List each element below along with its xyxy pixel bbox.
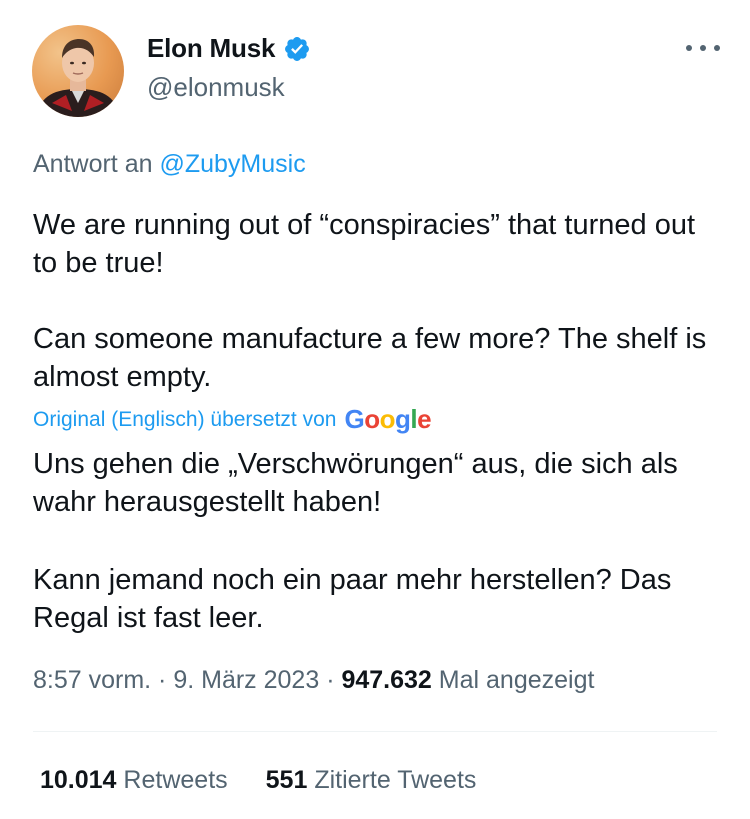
- tweet-date[interactable]: 9. März 2023: [173, 666, 319, 694]
- translated-text-paragraph: Uns gehen die „Verschwörungen“ aus, die …: [33, 448, 678, 518]
- reply-prefix: Antwort an: [33, 150, 153, 178]
- author-display-name[interactable]: Elon Musk: [147, 33, 275, 64]
- google-logo: Google: [344, 404, 432, 434]
- avatar-photo-icon: [36, 39, 120, 117]
- tweet-detail: Elon Musk @elonmusk Antwort an @ZubyMusi…: [0, 0, 750, 819]
- quote-tweets-stat[interactable]: 551 Zitierte Tweets: [266, 766, 477, 795]
- translation-attribution[interactable]: Original (Englisch) übersetzt von Google: [33, 404, 432, 435]
- tweet-text-paragraph: We are running out of “conspiracies” tha…: [33, 209, 696, 279]
- verified-badge-icon: [283, 35, 311, 63]
- views-count: 947.632: [341, 666, 432, 694]
- more-options-icon[interactable]: [686, 36, 720, 60]
- translation-note-label: Original (Englisch) übersetzt von: [33, 407, 337, 431]
- tweet-text-paragraph: Can someone manufacture a few more? The …: [33, 323, 707, 393]
- divider: [33, 731, 717, 732]
- retweets-label: Retweets: [123, 766, 228, 794]
- retweets-stat[interactable]: 10.014 Retweets: [40, 766, 228, 795]
- meta-separator: ·: [319, 666, 342, 694]
- quotes-count: 551: [265, 766, 308, 794]
- reply-context: Antwort an @ZubyMusic: [33, 150, 306, 179]
- tweet-meta: 8:57 vorm. · 9. März 2023 · 947.632 Mal …: [33, 666, 594, 695]
- author-handle[interactable]: @elonmusk: [147, 72, 285, 103]
- author-name-row: Elon Musk: [147, 33, 311, 64]
- retweets-count: 10.014: [40, 766, 117, 794]
- views-label: Mal angezeigt: [438, 666, 595, 694]
- engagement-stats: 10.014 Retweets 551 Zitierte Tweets: [40, 766, 476, 795]
- quotes-label: Zitierte Tweets: [314, 766, 477, 794]
- avatar[interactable]: [32, 25, 124, 117]
- reply-mention-link[interactable]: @ZubyMusic: [159, 150, 305, 178]
- meta-separator: ·: [151, 666, 174, 694]
- tweet-time[interactable]: 8:57 vorm.: [33, 666, 151, 694]
- translated-text-paragraph: Kann jemand noch ein paar mehr herstelle…: [33, 564, 672, 634]
